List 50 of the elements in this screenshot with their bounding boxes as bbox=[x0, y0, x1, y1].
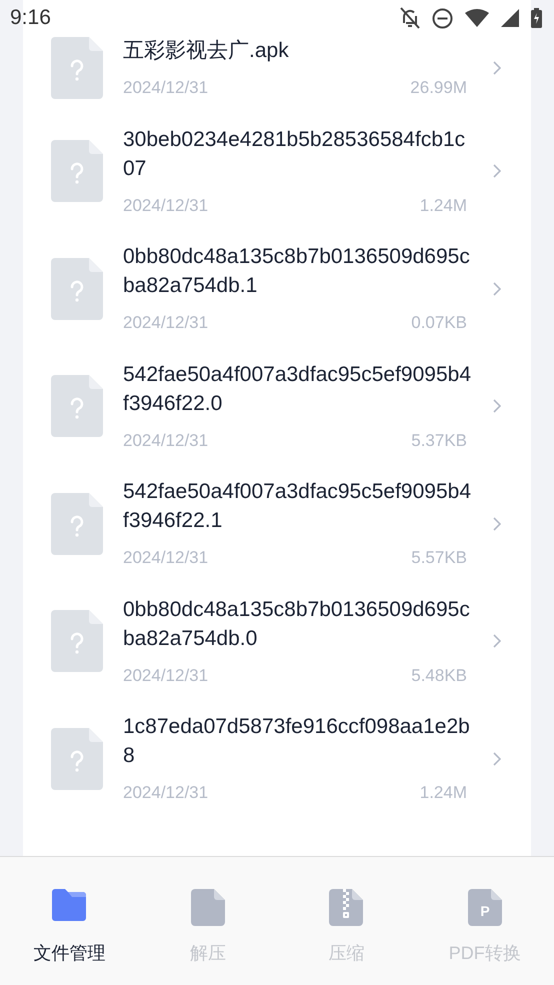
file-name: 1c87eda07d5873fe916ccf098aa1e2b8 bbox=[123, 714, 471, 769]
file-size: 5.37KB bbox=[411, 430, 467, 452]
file-date: 2024/12/31 bbox=[123, 782, 208, 804]
file-size: 5.57KB bbox=[411, 547, 467, 569]
unknown-file-icon bbox=[51, 375, 103, 438]
unknown-file-icon bbox=[51, 258, 103, 320]
chevron-right-icon bbox=[493, 634, 501, 648]
file-name: 30beb0234e4281b5b28536584fcb1c07 bbox=[123, 126, 466, 182]
file-row[interactable]: 30beb0234e4281b5b28536584fcb1c07 2024/12/31 1.24M bbox=[23, 112, 531, 230]
nav-tab[interactable]: 文件管理 bbox=[0, 889, 138, 967]
file-name: 五彩影视去广.apk bbox=[123, 38, 290, 64]
file-date: 2024/12/31 bbox=[123, 312, 208, 334]
zip-file-icon bbox=[329, 889, 364, 926]
unknown-file-icon bbox=[51, 492, 103, 555]
file-date: 2024/12/31 bbox=[123, 430, 208, 452]
file-name: 542fae50a4f007a3dfac95c5ef9095b4f3946f22.1 bbox=[123, 479, 471, 534]
file-row[interactable]: 542fae50a4f007a3dfac95c5ef9095b4f3946f22.0 2024/12/31 5.37KB bbox=[23, 348, 531, 465]
file-size: 26.99M bbox=[410, 77, 467, 99]
file-name: 542fae50a4f007a3dfac95c5ef9095b4f3946f22.0 bbox=[123, 362, 471, 416]
unknown-file-icon bbox=[51, 728, 103, 790]
file-date: 2024/12/31 bbox=[123, 194, 208, 216]
signal-icon bbox=[501, 9, 519, 27]
file-size: 0.07KB bbox=[411, 312, 467, 334]
file-size: 5.48KB bbox=[411, 664, 467, 686]
unknown-file-icon bbox=[51, 37, 103, 100]
unknown-file-icon bbox=[51, 140, 103, 202]
file-icon bbox=[190, 889, 225, 926]
chevron-right-icon bbox=[493, 61, 501, 76]
file-size: 1.24M bbox=[420, 194, 467, 216]
file-row[interactable]: 0bb80dc48a135c8b7b0136509d695cba82a754db.0 2024/12/31 5.48KB bbox=[23, 582, 531, 700]
chevron-right-icon bbox=[493, 399, 501, 414]
chevron-right-icon bbox=[493, 164, 501, 178]
file-name: 0bb80dc48a135c8b7b0136509d695cba82a754db.0 bbox=[123, 596, 471, 652]
chevron-right-icon bbox=[493, 282, 501, 296]
chevron-right-icon bbox=[493, 516, 501, 531]
file-date: 2024/12/31 bbox=[123, 547, 208, 569]
file-date: 2024/12/31 bbox=[123, 664, 208, 686]
file-name: 0bb80dc48a135c8b7b0136509d695cba82a754db.1 bbox=[123, 244, 471, 299]
unknown-file-icon bbox=[51, 610, 103, 672]
pdf-file-icon: P bbox=[468, 889, 502, 926]
file-date: 2024/12/31 bbox=[123, 77, 208, 99]
do-not-disturb-icon bbox=[432, 8, 453, 28]
file-row[interactable]: 0bb80dc48a135c8b7b0136509d695cba82a754db.1 2024/12/31 0.07KB bbox=[23, 230, 531, 348]
chevron-right-icon bbox=[493, 752, 501, 766]
file-size: 1.24M bbox=[420, 782, 467, 804]
folder-icon bbox=[52, 889, 86, 921]
file-row[interactable]: 1c87eda07d5873fe916ccf098aa1e2b8 2024/12/31 1.24M bbox=[23, 700, 531, 818]
wifi-icon bbox=[465, 9, 489, 27]
bell-off-icon bbox=[400, 7, 420, 29]
file-row[interactable]: 542fae50a4f007a3dfac95c5ef9095b4f3946f22.1 2024/12/31 5.57KB bbox=[23, 465, 531, 582]
